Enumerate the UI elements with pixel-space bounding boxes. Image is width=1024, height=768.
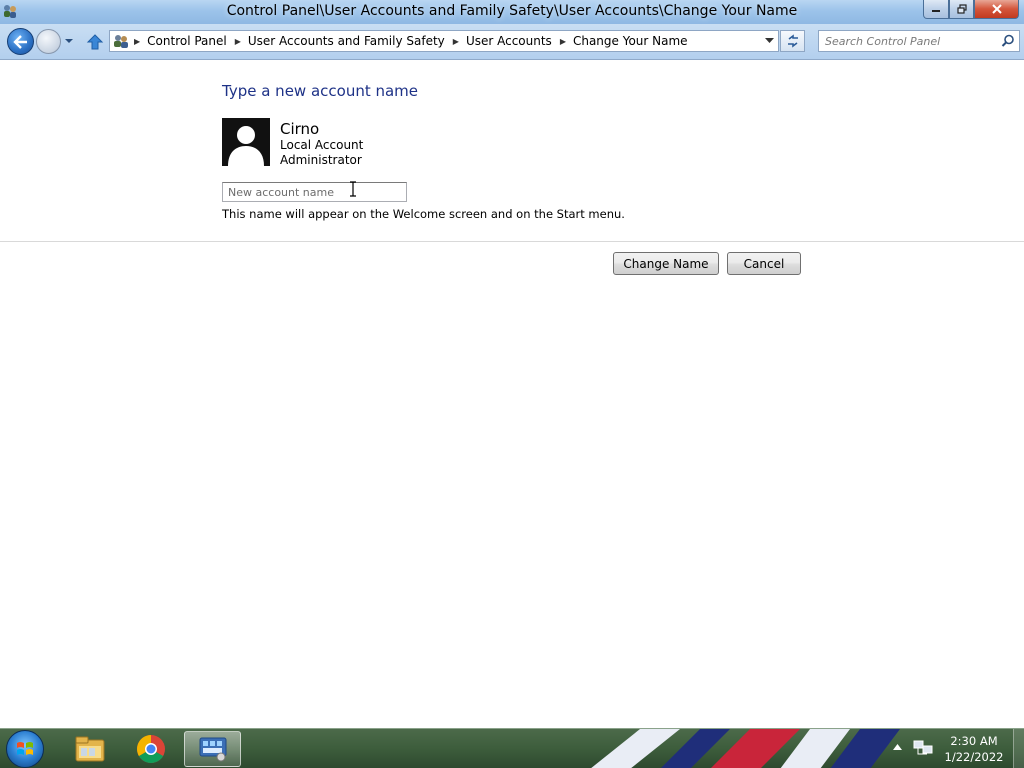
- address-dropdown-icon[interactable]: [765, 37, 774, 44]
- search-icon[interactable]: [1001, 34, 1015, 48]
- system-clock[interactable]: 2:30 AM 1/22/2022: [940, 733, 1008, 765]
- clock-time: 2:30 AM: [950, 734, 998, 748]
- account-name: Cirno: [280, 120, 320, 138]
- main-content: Type a new account name Cirno Local Acco…: [0, 61, 1024, 728]
- new-account-name-field[interactable]: [222, 182, 407, 202]
- user-silhouette-icon: [228, 126, 264, 166]
- control-panel-icon: [114, 35, 128, 48]
- breadcrumb-label[interactable]: Control Panel: [147, 34, 227, 48]
- show-desktop-button[interactable]: [1013, 729, 1024, 768]
- windows-explorer-icon: [75, 736, 104, 762]
- taskbar-control-panel[interactable]: [184, 731, 241, 767]
- breadcrumb-control-panel[interactable]: ▶ Control Panel: [130, 31, 231, 51]
- close-button[interactable]: [974, 0, 1019, 19]
- restore-icon: [956, 4, 967, 14]
- up-arrow-icon[interactable]: [86, 33, 104, 51]
- recent-pages-dropdown[interactable]: [63, 36, 75, 46]
- window-title: Control Panel\User Accounts and Family S…: [226, 3, 798, 19]
- search-input[interactable]: [819, 31, 995, 51]
- control-panel-icon: [199, 737, 226, 762]
- navigation-bar: ▶ Control Panel ▶ User Accounts and Fami…: [0, 24, 1024, 60]
- breadcrumb-separator-icon[interactable]: ▶: [134, 37, 140, 46]
- breadcrumb-label[interactable]: User Accounts and Family Safety: [248, 34, 445, 48]
- minimize-button[interactable]: [923, 0, 949, 19]
- cancel-button[interactable]: Cancel: [727, 252, 801, 275]
- start-button[interactable]: [6, 730, 44, 768]
- breadcrumb-separator-icon[interactable]: ▶: [235, 37, 241, 46]
- taskbar: 2:30 AM 1/22/2022: [0, 728, 1024, 768]
- restore-button[interactable]: [949, 0, 974, 19]
- windows-logo-icon: [17, 742, 33, 755]
- refresh-button[interactable]: [780, 30, 805, 52]
- breadcrumb-label[interactable]: Change Your Name: [573, 34, 688, 48]
- taskbar-windows-explorer[interactable]: [61, 731, 118, 767]
- close-icon: [991, 4, 1002, 14]
- back-arrow-icon: [12, 34, 27, 49]
- breadcrumb-change-your-name[interactable]: ▶ Change Your Name: [556, 31, 692, 51]
- clock-date: 1/22/2022: [944, 750, 1004, 764]
- network-icon[interactable]: [913, 739, 933, 757]
- account-type: Local Account: [280, 138, 364, 152]
- name-hint-text: This name will appear on the Welcome scr…: [222, 207, 625, 221]
- minimize-icon: [932, 10, 940, 12]
- address-bar[interactable]: ▶ Control Panel ▶ User Accounts and Fami…: [109, 30, 779, 52]
- page-heading: Type a new account name: [222, 82, 419, 100]
- breadcrumb-user-accounts[interactable]: ▶ User Accounts: [449, 31, 556, 51]
- text-cursor-icon: [350, 181, 356, 197]
- divider: [0, 241, 1024, 242]
- back-button[interactable]: [7, 28, 34, 55]
- show-hidden-icons-icon[interactable]: [893, 743, 902, 751]
- breadcrumb-separator-icon[interactable]: ▶: [560, 37, 566, 46]
- breadcrumb-label[interactable]: User Accounts: [466, 34, 552, 48]
- user-avatar: [222, 118, 270, 166]
- title-bar: Control Panel\User Accounts and Family S…: [0, 0, 1024, 24]
- taskbar-chrome[interactable]: [122, 731, 179, 767]
- breadcrumb-user-accounts-family-safety[interactable]: ▶ User Accounts and Family Safety: [231, 31, 449, 51]
- breadcrumb-separator-icon[interactable]: ▶: [453, 37, 459, 46]
- forward-button[interactable]: [36, 29, 61, 54]
- account-role: Administrator: [280, 153, 362, 167]
- change-name-button[interactable]: Change Name: [613, 252, 719, 275]
- search-box[interactable]: [818, 30, 1020, 52]
- refresh-icon: [787, 34, 798, 48]
- chrome-icon: [136, 735, 165, 763]
- wallpaper-peek: [591, 729, 900, 768]
